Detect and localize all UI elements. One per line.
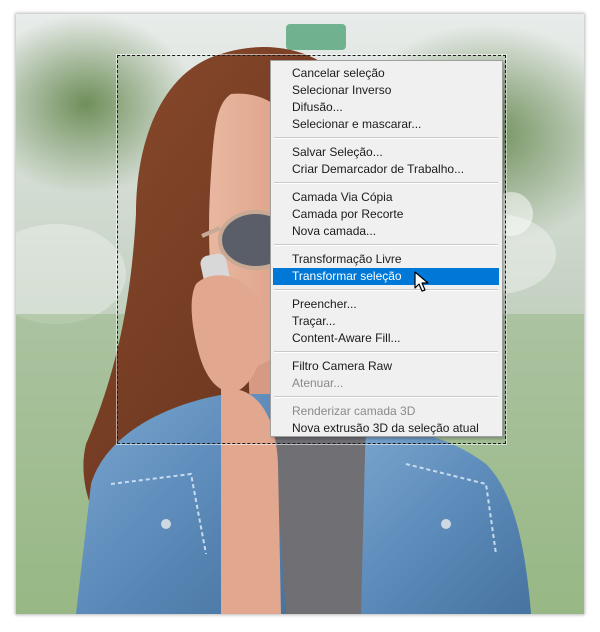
menu-separator — [274, 182, 498, 184]
menu-item[interactable]: Selecionar Inverso — [273, 82, 499, 99]
menu-separator — [274, 351, 498, 353]
menu-separator — [274, 244, 498, 246]
canvas-frame: Cancelar seleção Selecionar Inverso Difusã… — [16, 14, 584, 614]
menu-item[interactable]: Difusão... — [273, 99, 499, 116]
menu-item: Renderizar camada 3D — [292, 404, 416, 418]
menu-separator — [274, 289, 498, 291]
arrow-pointer-icon — [414, 271, 429, 292]
menu-item[interactable]: Selecionar e mascarar... — [273, 116, 499, 133]
menu-item[interactable]: Transformação Livre — [273, 251, 499, 268]
menu-item[interactable]: Camada Via Cópia — [273, 189, 499, 206]
menu-item[interactable]: Filtro Camera Raw — [273, 358, 499, 375]
menu-item[interactable]: Transformar seleção — [273, 268, 499, 285]
menu-item[interactable]: Camada por Recorte — [273, 206, 499, 223]
menu-item[interactable]: Preencher... — [273, 296, 499, 313]
menu-separator — [274, 396, 498, 398]
menu-item[interactable]: Nova camada... — [273, 223, 499, 240]
menu-item[interactable]: Nova extrusão 3D da seleção atual — [273, 420, 499, 437]
context-menu: Cancelar seleção Selecionar Inverso Difusã… — [270, 60, 503, 437]
menu-item[interactable]: Cancelar seleção — [273, 65, 499, 82]
menu-item: Atenuar... — [292, 376, 344, 390]
menu-item[interactable]: Criar Demarcador de Trabalho... — [273, 161, 499, 178]
menu-item[interactable]: Traçar... — [273, 313, 499, 330]
menu-item[interactable]: Salvar Seleção... — [273, 144, 499, 161]
menu-item[interactable]: Content-Aware Fill... — [273, 330, 499, 347]
menu-separator — [274, 137, 498, 139]
